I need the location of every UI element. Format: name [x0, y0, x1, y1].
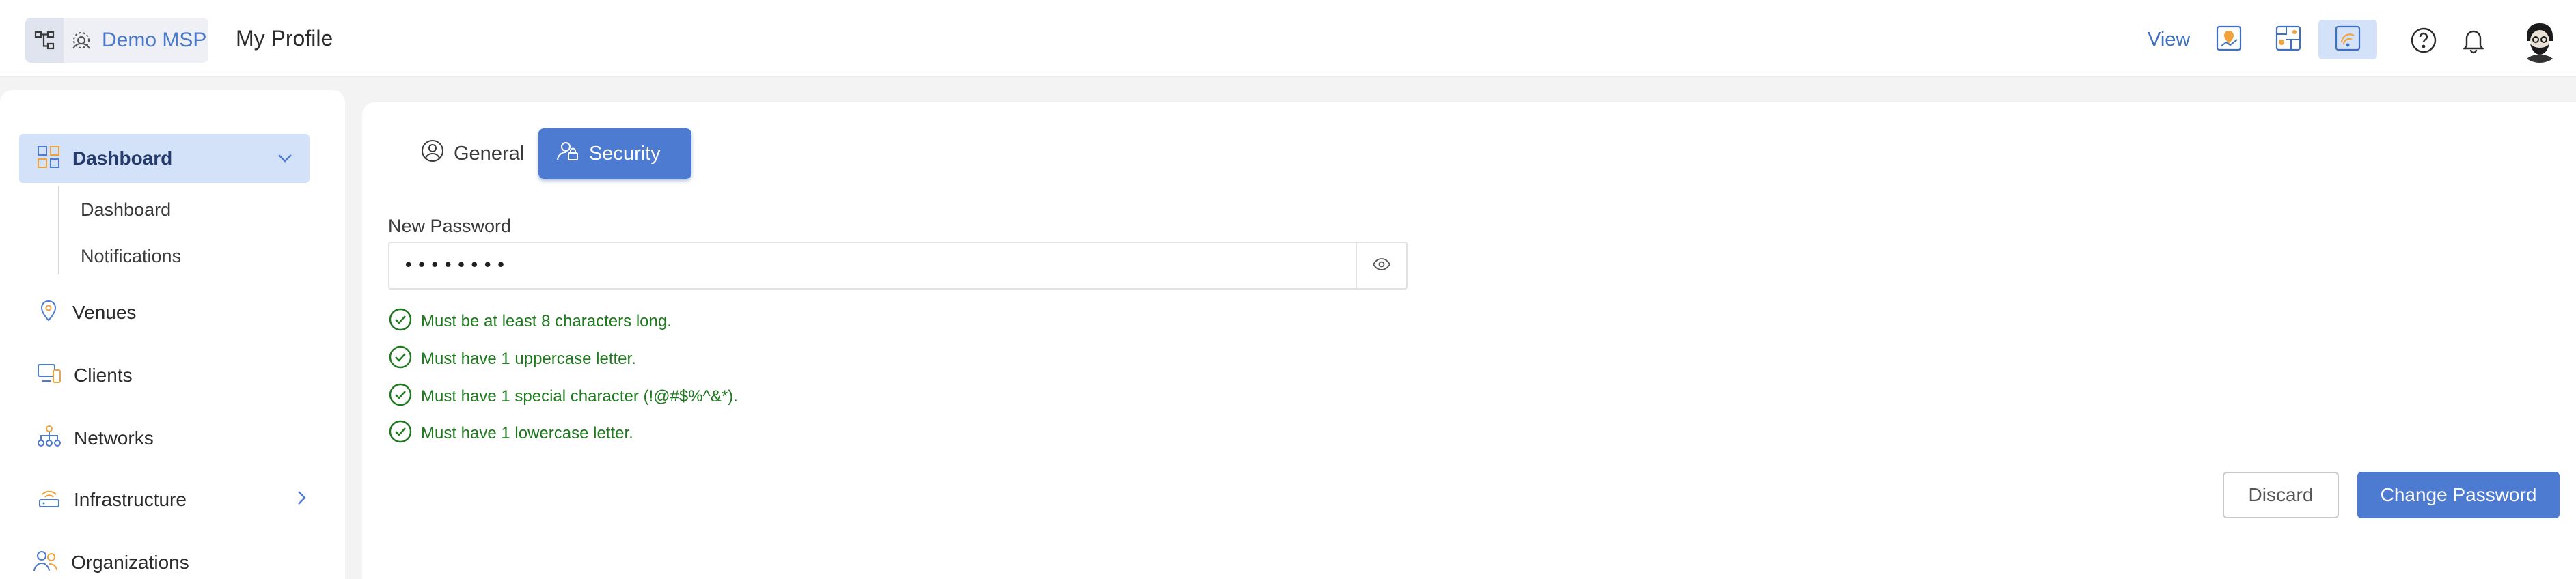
sidebar-item-label: Infrastructure — [74, 488, 187, 510]
floorplan-view-icon — [2275, 25, 2302, 55]
access-point-icon — [37, 486, 61, 513]
submenu-divider — [58, 186, 59, 274]
chevron-right-icon[interactable] — [292, 489, 310, 510]
location-pin-icon — [37, 299, 60, 326]
sidebar-item-clients[interactable]: Clients — [37, 362, 133, 389]
rule-text: Must have 1 lowercase letter. — [421, 423, 633, 442]
wireless-view-button[interactable] — [2318, 20, 2377, 59]
main-panel: General Security New Password Must be — [362, 102, 2576, 579]
check-circle-icon — [388, 419, 413, 447]
view-label: View — [2148, 29, 2191, 51]
floorplan-view-button[interactable] — [2259, 20, 2318, 59]
organization-icon — [69, 28, 94, 53]
rule-text: Must have 1 special character (!@#$%^&*)… — [421, 386, 738, 406]
hierarchy-icon[interactable] — [25, 18, 64, 63]
password-rule: Must be at least 8 characters long. — [388, 307, 672, 335]
wireless-view-icon — [2334, 25, 2361, 55]
rule-text: Must be at least 8 characters long. — [421, 311, 672, 330]
tab-security[interactable]: Security — [538, 128, 691, 179]
check-circle-icon — [388, 345, 413, 373]
top-bar: Demo MSP My Profile View — [0, 0, 2576, 77]
user-circle-icon — [421, 139, 444, 168]
sidebar-item-networks[interactable]: Networks — [37, 425, 154, 451]
user-lock-icon — [556, 139, 579, 168]
sidebar-item-venues[interactable]: Venues — [37, 299, 136, 326]
password-rule: Must have 1 uppercase letter. — [388, 345, 636, 373]
new-password-label: New Password — [388, 216, 512, 236]
tab-label: General — [454, 142, 525, 165]
change-password-button[interactable]: Change Password — [2357, 472, 2560, 518]
chevron-down-icon[interactable] — [275, 149, 294, 171]
notification-bell-icon[interactable] — [2459, 26, 2488, 55]
brand-name[interactable]: Demo MSP — [102, 29, 206, 52]
dashboard-grid-icon — [37, 145, 60, 172]
discard-button[interactable]: Discard — [2223, 472, 2339, 518]
network-topology-icon — [37, 425, 61, 451]
check-circle-icon — [388, 307, 413, 335]
user-avatar[interactable] — [2517, 18, 2562, 63]
help-icon[interactable] — [2409, 26, 2438, 55]
sidebar-item-label: Dashboard — [72, 147, 173, 169]
sidebar: Dashboard Dashboard Notifications Venues… — [0, 90, 345, 579]
sidebar-item-label: Venues — [72, 301, 137, 323]
sidebar-subitem-notifications[interactable]: Notifications — [81, 246, 181, 267]
users-icon — [33, 549, 59, 576]
page-title: My Profile — [236, 26, 333, 51]
new-password-field[interactable] — [388, 242, 1408, 290]
map-pin-view-button[interactable] — [2200, 20, 2258, 59]
new-password-input[interactable] — [389, 243, 1356, 288]
devices-icon — [37, 362, 61, 389]
password-rule: Must have 1 lowercase letter. — [388, 419, 633, 447]
check-circle-icon — [388, 382, 413, 410]
password-rule: Must have 1 special character (!@#$%^&*)… — [388, 382, 738, 410]
map-pin-view-icon — [2215, 25, 2243, 55]
sidebar-item-dashboard[interactable]: Dashboard — [19, 134, 310, 183]
tab-general[interactable]: General — [403, 128, 542, 179]
brand-switcher[interactable]: Demo MSP — [25, 18, 208, 63]
sidebar-item-infrastructure[interactable]: Infrastructure — [37, 486, 310, 513]
sidebar-subitem-dashboard[interactable]: Dashboard — [81, 199, 171, 221]
eye-icon — [1372, 257, 1391, 274]
sidebar-item-label: Clients — [74, 364, 133, 386]
rule-text: Must have 1 uppercase letter. — [421, 349, 636, 368]
sidebar-item-organizations[interactable]: Organizations — [33, 549, 189, 576]
sidebar-item-label: Networks — [74, 427, 154, 449]
sidebar-item-label: Organizations — [71, 551, 189, 573]
toggle-visibility-button[interactable] — [1356, 243, 1406, 288]
tab-label: Security — [589, 142, 661, 165]
